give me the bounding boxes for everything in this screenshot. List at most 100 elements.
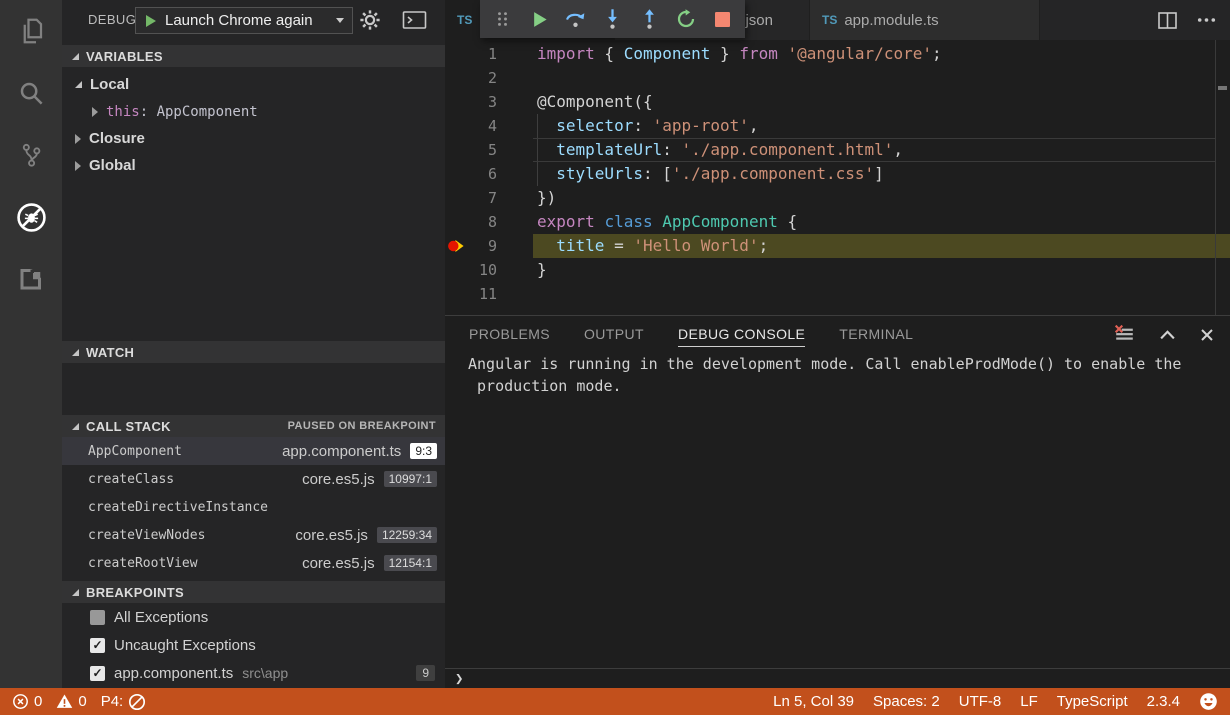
status-label: LF (1020, 693, 1038, 710)
step-over-button[interactable] (562, 5, 590, 33)
scrollbar-mark (1218, 86, 1227, 90)
variables-scope-closure[interactable]: Closure (62, 125, 445, 152)
code-line-1[interactable]: 1import { Component } from '@angular/cor… (445, 42, 1230, 66)
clear-console-button[interactable] (1114, 324, 1135, 345)
breakpoint-checkbox[interactable] (90, 610, 105, 625)
console-line: Angular is running in the development mo… (468, 353, 1222, 375)
code-line-3[interactable]: 3@Component({ (445, 90, 1230, 114)
activity-item-search[interactable] (0, 62, 62, 124)
eol-status[interactable]: LF (1020, 693, 1038, 710)
variable-text: this: AppComponent (106, 104, 258, 120)
variables-section-header[interactable]: VARIABLES (62, 45, 445, 67)
tab-label: app.module.ts (844, 12, 938, 29)
activity-item-extensions[interactable] (0, 248, 62, 310)
breakpoint-checkbox[interactable]: ✓ (90, 638, 105, 653)
breakpoint-item[interactable]: ✓app.component.tssrc\app9 (62, 659, 445, 687)
watch-header-label: WATCH (86, 345, 134, 360)
more-actions-button[interactable] (1197, 17, 1216, 23)
stack-frame-createClass[interactable]: createClasscore.es5.js10997:1 (62, 465, 445, 493)
feedback-status[interactable] (1199, 692, 1218, 711)
status-label: 2.3.4 (1147, 693, 1180, 710)
code-line-10[interactable]: 10} (445, 258, 1230, 282)
twistie-icon (72, 349, 79, 356)
restart-button[interactable] (672, 5, 700, 33)
line-number: 11 (445, 282, 497, 306)
stack-frame-AppComponent[interactable]: AppComponentapp.component.ts9:3 (62, 437, 445, 465)
overview-ruler[interactable] (1215, 40, 1216, 315)
variables-scope-global[interactable]: Global (62, 152, 445, 179)
frame-line-column-badge: 9:3 (410, 443, 437, 459)
status-label: P4: (101, 693, 124, 710)
activity-item-source-control[interactable] (0, 124, 62, 186)
code-line-2[interactable]: 2 (445, 66, 1230, 90)
breakpoint-item[interactable]: ✓Uncaught Exceptions (62, 631, 445, 659)
frame-function-name: AppComponent (88, 444, 273, 459)
sidebar-title: DEBUG (88, 12, 136, 27)
code-line-6[interactable]: 6 styleUrls: ['./app.component.css'] (445, 162, 1230, 186)
breakpoint-checkbox[interactable]: ✓ (90, 666, 105, 681)
launch-config-label: Launch Chrome again (165, 12, 328, 29)
warnings-status[interactable]: 0 (56, 693, 86, 710)
indentation-status[interactable]: Spaces: 2 (873, 693, 940, 710)
code-line-9[interactable]: 9 title = 'Hello World'; (445, 234, 1230, 258)
frame-file-name: core.es5.js (302, 471, 375, 488)
start-debug-icon[interactable] (144, 14, 157, 28)
split-editor-button[interactable] (1158, 12, 1177, 29)
frame-function-name: createViewNodes (88, 528, 286, 543)
stack-frame-createViewNodes[interactable]: createViewNodescore.es5.js12259:34 (62, 521, 445, 549)
toolbar-drag-handle[interactable] (489, 5, 517, 33)
panel-tab-output[interactable]: OUTPUT (584, 316, 644, 351)
variable-this[interactable]: this: AppComponent (62, 98, 445, 125)
line-number: 6 (445, 162, 497, 186)
call-stack-section-header[interactable]: CALL STACK PAUSED ON BREAKPOINT (62, 415, 445, 437)
code-line-11[interactable]: 11 (445, 282, 1230, 306)
status-label: UTF-8 (959, 693, 1002, 710)
perforce-status[interactable]: P4: (101, 693, 147, 711)
smiley-icon (1199, 692, 1218, 711)
breakpoint-item[interactable]: All Exceptions (62, 603, 445, 631)
panel-tab-terminal[interactable]: TERMINAL (839, 316, 913, 351)
stack-frame-createDirectiveInstance[interactable]: createDirectiveInstance (62, 493, 445, 521)
close-panel-button[interactable] (1200, 328, 1214, 342)
variables-scope-local[interactable]: Local (62, 71, 445, 98)
frame-function-name: createClass (88, 472, 293, 487)
panel-tab-debug-console[interactable]: DEBUG CONSOLE (678, 316, 805, 351)
step-out-button[interactable] (635, 5, 663, 33)
code-line-5[interactable]: 5 templateUrl: './app.component.html', (445, 138, 1230, 162)
maximize-panel-button[interactable] (1159, 329, 1176, 340)
tab-app.module.ts[interactable]: TSapp.module.ts (810, 0, 1040, 40)
stop-button[interactable] (708, 5, 736, 33)
search-icon (16, 78, 46, 108)
frame-line-column-badge: 12154:1 (384, 555, 437, 571)
typescript-version-status[interactable]: 2.3.4 (1147, 693, 1180, 710)
line-content: styleUrls: ['./app.component.css'] (537, 162, 884, 186)
code-line-8[interactable]: 8export class AppComponent { (445, 210, 1230, 234)
status-label: TypeScript (1057, 693, 1128, 710)
debug-console-input[interactable]: ❯ (445, 668, 1230, 689)
code-line-7[interactable]: 7}) (445, 186, 1230, 210)
code-line-4[interactable]: 4 selector: 'app-root', (445, 114, 1230, 138)
launch-config-dropdown[interactable]: Launch Chrome again (135, 7, 353, 34)
code-editor[interactable]: 1import { Component } from '@angular/cor… (445, 40, 1230, 315)
watch-section-header[interactable]: WATCH (62, 341, 445, 363)
errors-status[interactable]: 0 (12, 693, 42, 710)
chevron-down-icon (336, 18, 344, 23)
line-content: import { Component } from '@angular/core… (537, 42, 942, 66)
scope-label: Local (90, 76, 129, 93)
stack-frame-createRootView[interactable]: createRootViewcore.es5.js12154:1 (62, 549, 445, 577)
variables-header-label: VARIABLES (86, 49, 163, 64)
line-number: 3 (445, 90, 497, 114)
panel-tab-problems[interactable]: PROBLEMS (469, 316, 550, 351)
activity-item-explorer[interactable] (0, 0, 62, 62)
breakpoint-current-line-icon[interactable] (447, 237, 465, 255)
configure-gear-button[interactable] (359, 9, 381, 31)
activity-item-debug[interactable] (0, 186, 62, 248)
encoding-status[interactable]: UTF-8 (959, 693, 1002, 710)
continue-button[interactable] (525, 5, 553, 33)
language-mode-status[interactable]: TypeScript (1057, 693, 1128, 710)
cursor-position-status[interactable]: Ln 5, Col 39 (773, 693, 854, 710)
open-debug-console-button[interactable] (402, 10, 427, 30)
breakpoints-section-header[interactable]: BREAKPOINTS (62, 581, 445, 603)
call-stack-list: AppComponentapp.component.ts9:3 createCla… (62, 437, 445, 577)
step-into-button[interactable] (599, 5, 627, 33)
